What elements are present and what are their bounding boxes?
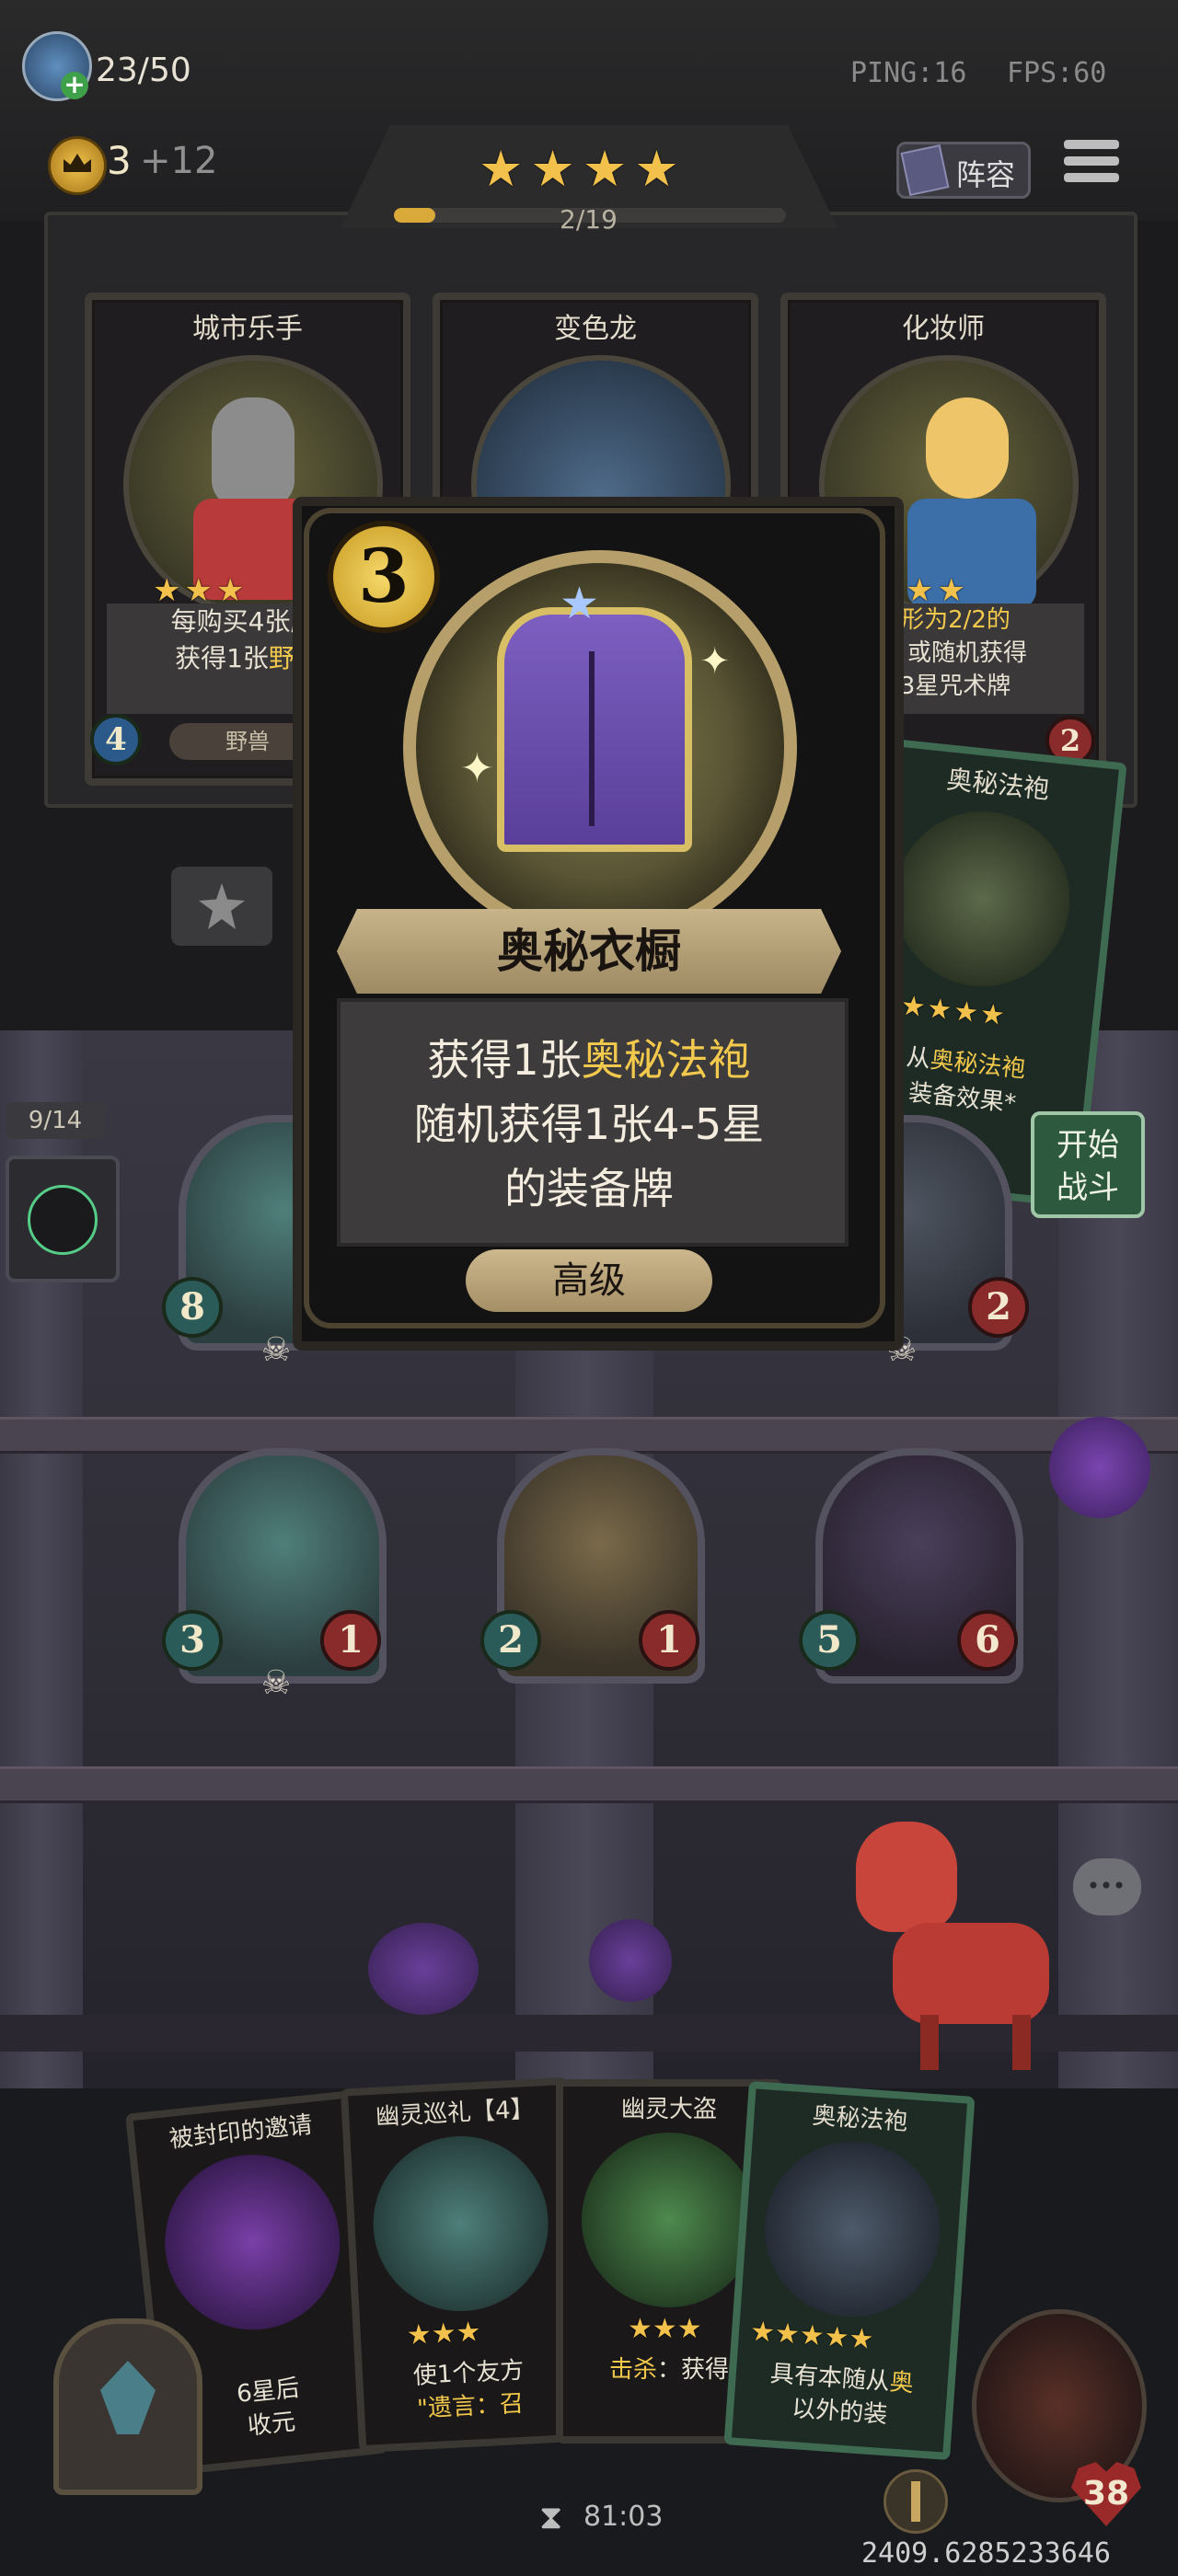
sparkle-icon: ✦	[460, 745, 494, 792]
start-battle-button[interactable]: 开始 战斗	[1031, 1111, 1145, 1218]
card-art	[368, 2132, 553, 2316]
ping-readout: PING:16	[850, 57, 967, 89]
population-counter: 23/50	[96, 52, 191, 89]
sparkle-icon: ✦	[699, 640, 731, 683]
gold-amount: 3	[107, 138, 132, 183]
card-pile-chest-icon[interactable]	[53, 2318, 202, 2495]
card-detail-desc-line1: 获得1张奥秘法袍	[427, 1035, 751, 1085]
minion-attack: 3	[162, 1610, 223, 1671]
rose-decoration	[368, 1923, 479, 2015]
hourglass-icon: ⧗	[539, 2499, 563, 2536]
hero-power-portrait[interactable]	[6, 1156, 120, 1282]
card-art	[156, 2145, 349, 2339]
skull-icon: ☠	[260, 1331, 292, 1369]
upgrade-tavern-button[interactable]	[171, 867, 272, 946]
card-art	[885, 802, 1079, 995]
rose-decoration	[1049, 1417, 1150, 1518]
gold-coin-icon	[48, 136, 107, 195]
card-name: 奥秘法袍	[811, 2101, 909, 2136]
arcane-wardrobe-art: ★	[497, 578, 692, 852]
card-name: 城市乐手	[192, 313, 303, 345]
pony-companion[interactable]	[856, 1822, 1068, 2070]
coordinate-readout: 2409.6285233646	[861, 2537, 1111, 2570]
card-name: 幽灵巡礼【4】	[375, 2095, 536, 2132]
tavern-tier-stars: ★★★★	[479, 140, 687, 198]
skull-icon: ☠	[260, 1664, 292, 1702]
card-description: 使1个友方 "遗言：召	[412, 2356, 525, 2423]
cat-face-icon	[28, 1185, 98, 1255]
minion-health: 2	[968, 1277, 1029, 1338]
menu-icon[interactable]	[1064, 140, 1119, 191]
minion-attack: 8	[162, 1277, 223, 1338]
minion-attack: 5	[799, 1610, 860, 1671]
player-health: 38	[1082, 2475, 1130, 2513]
hero-power-counter: 9/14	[6, 1102, 105, 1139]
card-name: 奥秘法袍	[945, 764, 1051, 805]
board-minion-tentacle-pirate[interactable]: 5 6	[799, 1448, 1023, 1687]
card-art	[758, 2135, 946, 2323]
card-cost: 3	[328, 521, 440, 633]
card-stars: ★★★	[628, 2313, 702, 2345]
lineup-button[interactable]: 阵容	[896, 142, 1031, 199]
minion-health: 1	[320, 1610, 381, 1671]
card-name: 幽灵大盗	[620, 2096, 717, 2123]
minion-health: 1	[639, 1610, 699, 1671]
upgrade-progress-text: 2/19	[560, 204, 618, 235]
star-icon: ★	[530, 140, 583, 198]
card-name: 变色龙	[554, 313, 637, 345]
card-detail-name: 奥秘衣橱	[497, 925, 681, 978]
star-icon: ★	[479, 140, 531, 198]
rose-decoration	[589, 1919, 672, 2002]
lineup-book-icon	[900, 144, 950, 197]
card-description: 具有本随从奥 以外的装	[768, 2360, 915, 2430]
gold-income: +12	[140, 140, 218, 182]
chat-bubble-icon[interactable]	[1073, 1858, 1141, 1915]
card-stars: ★★★★★	[748, 2315, 875, 2356]
sword-icon[interactable]	[884, 2469, 948, 2534]
upgrade-star-icon	[199, 883, 245, 929]
turn-timer: 81:03	[583, 2501, 664, 2533]
fps-readout: FPS:60	[1007, 57, 1107, 89]
card-art	[582, 2133, 756, 2307]
board-minion-imp-ghost[interactable]: 3 1 ☠	[162, 1448, 387, 1702]
hand-card-ghost-pilgrimage[interactable]: 幽灵巡礼【4】 ★★★ 使1个友方 "遗言：召	[340, 2076, 586, 2454]
card-detail-desc-line2: 随机获得1张4-5星	[413, 1099, 765, 1149]
card-name: 被封印的邀请	[167, 2110, 314, 2154]
star-icon: ★	[582, 140, 635, 198]
card-rarity-tag: 高级	[466, 1249, 712, 1312]
minion-health: 6	[957, 1610, 1018, 1671]
star-icon: ★	[634, 140, 687, 198]
card-name: 化妆师	[902, 313, 985, 345]
card-detail-desc-line3: 的装备牌	[504, 1164, 674, 1213]
lineup-label: 阵容	[956, 157, 1016, 192]
add-population-icon[interactable]: +	[61, 72, 88, 99]
star-ornament-icon: ★	[560, 578, 600, 629]
hand-card-arcane-robe[interactable]: 奥秘法袍 ★★★★★ 具有本随从奥 以外的装	[723, 2080, 976, 2461]
upgrade-progress-fill	[394, 208, 435, 223]
card-attack: 4	[90, 714, 142, 765]
minion-attack: 2	[480, 1610, 541, 1671]
card-stars: ★★★	[406, 2316, 482, 2352]
board-rail-lower	[0, 1766, 1178, 1803]
board-minion-haunted-boy[interactable]: 2 1	[480, 1448, 705, 1687]
